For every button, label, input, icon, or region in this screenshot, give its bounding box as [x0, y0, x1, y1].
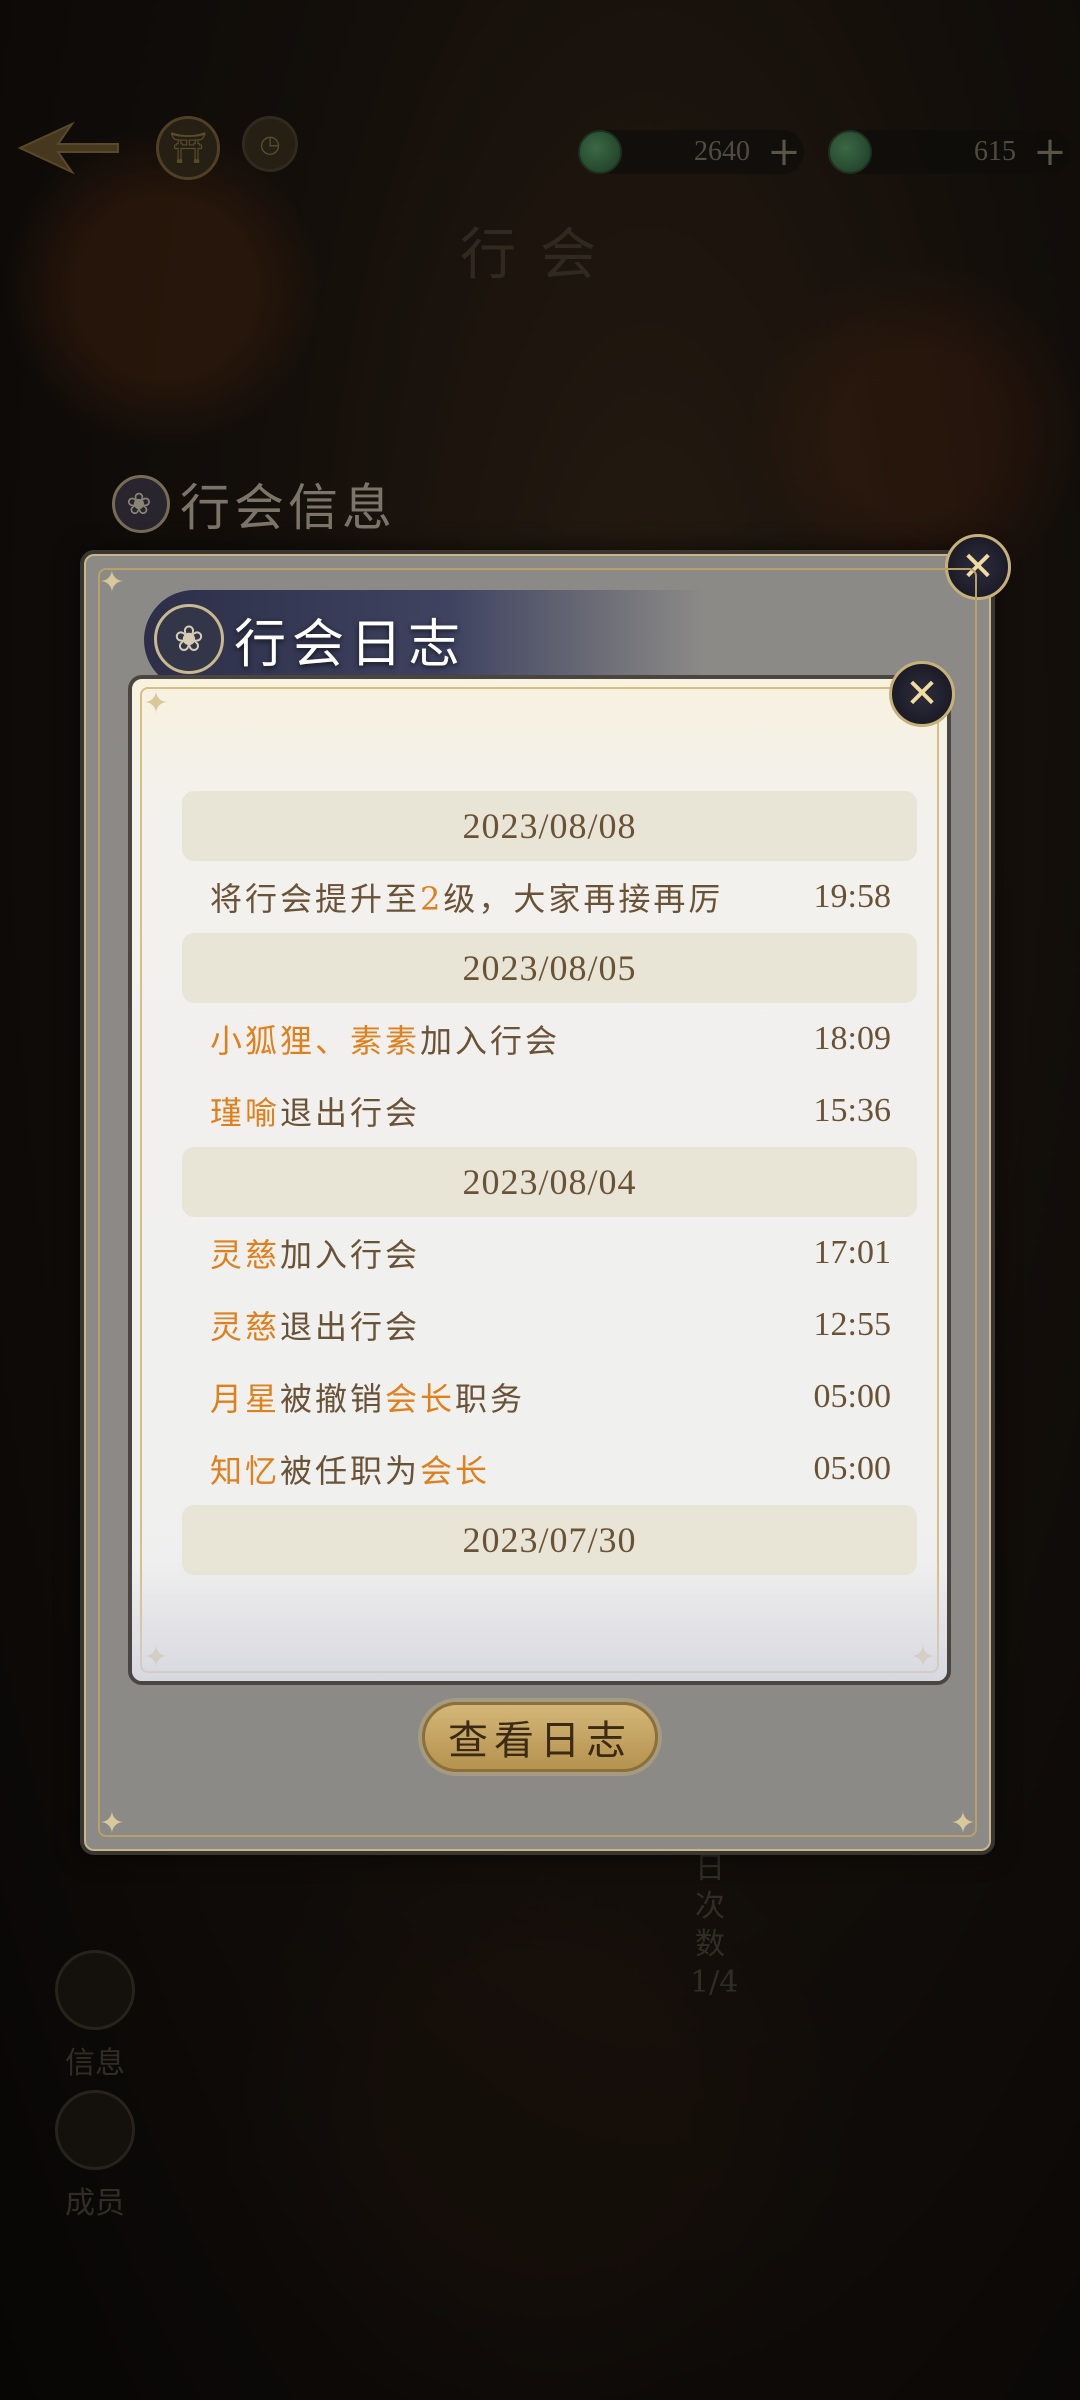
- log-panel: ✦ ✦ ✦ ✕ 2023/08/08 将行会提升至2级，大家再接再厉 19:58 20…: [128, 661, 955, 1685]
- corner-ornament-icon: ✦: [99, 1805, 125, 1841]
- log-entry-time: 17:01: [813, 1234, 891, 1271]
- corner-ornament-icon: ✦: [143, 1639, 169, 1675]
- view-log-button[interactable]: 查看日志: [422, 1702, 658, 1772]
- log-entry-highlight: 会长: [420, 1452, 491, 1490]
- log-entry-highlight: 瑾喻: [210, 1094, 281, 1132]
- log-entry-text: 将行会提升至2级，大家再接再厉: [210, 874, 723, 920]
- outer-close-button[interactable]: ✕: [945, 534, 1011, 600]
- log-entry-fragment: 加入行会: [280, 1236, 421, 1274]
- log-entry: 小狐狸、素素加入行会 18:09: [182, 1003, 917, 1075]
- log-entry-fragment: 级，大家再接再厉: [443, 880, 724, 918]
- log-date-header: 2023/08/04: [182, 1147, 917, 1217]
- log-date-header: 2023/08/05: [182, 933, 917, 1003]
- log-entry-highlight: 小狐狸、素素: [210, 1022, 421, 1060]
- log-entry-fragment: 退出行会: [280, 1308, 421, 1346]
- log-close-button[interactable]: ✕: [889, 661, 955, 727]
- log-entry-highlight: 月星: [210, 1380, 281, 1418]
- dialog-title: 行会日志: [234, 614, 467, 675]
- corner-ornament-icon: ✦: [99, 564, 125, 600]
- log-entry-highlight: 2: [420, 880, 444, 918]
- log-entry: 瑾喻退出行会 15:36: [182, 1075, 917, 1147]
- log-entry-fragment: 将行会提升至: [210, 880, 421, 918]
- dialog-header: ❀ 行会日志: [154, 594, 674, 684]
- log-entry-time: 05:00: [813, 1450, 891, 1487]
- log-entry-time: 15:36: [813, 1092, 891, 1129]
- corner-ornament-icon: ✦: [143, 685, 169, 721]
- log-list[interactable]: 2023/08/08 将行会提升至2级，大家再接再厉 19:58 2023/08/05…: [182, 791, 917, 1575]
- log-entry-fragment: 加入行会: [420, 1022, 561, 1060]
- log-entry-fragment: 退出行会: [280, 1094, 421, 1132]
- log-entry-highlight: 灵慈: [210, 1308, 281, 1346]
- log-entry-text: 小狐狸、素素加入行会: [210, 1016, 560, 1062]
- log-date-header: 2023/07/30: [182, 1505, 917, 1575]
- log-entry-fragment: 被任职为: [280, 1452, 421, 1490]
- log-entry: 月星被撤销会长职务 05:00: [182, 1361, 917, 1433]
- log-entry: 知忆被任职为会长 05:00: [182, 1433, 917, 1505]
- log-entry-time: 19:58: [813, 878, 891, 915]
- log-entry-text: 灵慈退出行会: [210, 1302, 420, 1348]
- log-entry-time: 05:00: [813, 1378, 891, 1415]
- log-entry-fragment: 职务: [455, 1380, 526, 1418]
- log-entry: 灵慈退出行会 12:55: [182, 1289, 917, 1361]
- close-icon: ✕: [905, 671, 939, 717]
- log-entry-text: 瑾喻退出行会: [210, 1088, 420, 1134]
- log-date-header: 2023/08/08: [182, 791, 917, 861]
- log-entry-text: 灵慈加入行会: [210, 1230, 420, 1276]
- log-entry: 将行会提升至2级，大家再接再厉 19:58: [182, 861, 917, 933]
- log-entry-highlight: 知忆: [210, 1452, 281, 1490]
- log-entry-text: 月星被撤销会长职务: [210, 1374, 525, 1420]
- guild-emblem-icon: ❀: [154, 604, 224, 674]
- log-entry-text: 知忆被任职为会长: [210, 1446, 490, 1492]
- close-icon: ✕: [961, 544, 995, 590]
- log-entry-highlight: 灵慈: [210, 1236, 281, 1274]
- log-entry: 灵慈加入行会 17:01: [182, 1217, 917, 1289]
- corner-ornament-icon: ✦: [950, 1805, 976, 1841]
- log-entry-time: 12:55: [813, 1306, 891, 1343]
- log-entry-fragment: 被撤销: [280, 1380, 386, 1418]
- log-entry-time: 18:09: [813, 1020, 891, 1057]
- corner-ornament-icon: ✦: [910, 1639, 936, 1675]
- log-entry-highlight: 会长: [385, 1380, 456, 1418]
